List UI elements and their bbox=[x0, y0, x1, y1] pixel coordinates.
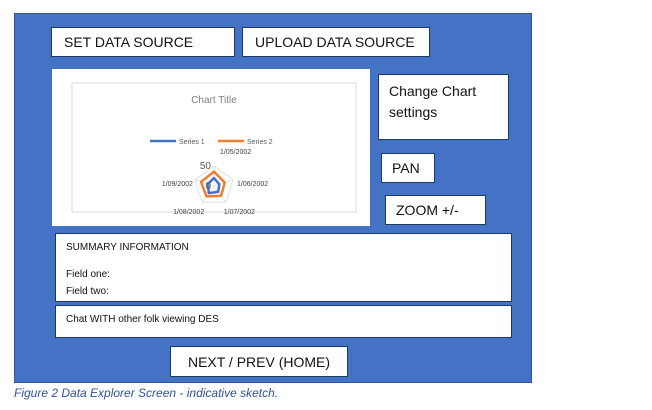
category-label: 1/09/2002 bbox=[162, 181, 193, 188]
summary-title: SUMMARY INFORMATION bbox=[66, 242, 189, 253]
chat-label: Chat WITH other folk viewing DES bbox=[66, 314, 219, 325]
radial-tick-label: 0 bbox=[205, 181, 211, 192]
legend-label: Series 1 bbox=[179, 139, 205, 146]
pan-button[interactable]: PAN bbox=[381, 153, 435, 183]
chat-panel[interactable]: Chat WITH other folk viewing DES bbox=[55, 305, 512, 338]
category-label: 1/05/2002 bbox=[220, 149, 251, 156]
category-label: 1/07/2002 bbox=[224, 209, 255, 216]
app-frame: SET DATA SOURCE UPLOAD DATA SOURCE Chart… bbox=[14, 13, 532, 383]
upload-data-source-button[interactable]: UPLOAD DATA SOURCE bbox=[242, 27, 430, 57]
chart-panel[interactable]: Chart Title Series 1 Series 2 0 50 1/05/200… bbox=[52, 69, 370, 226]
radial-tick-label: 50 bbox=[200, 161, 212, 172]
zoom-button[interactable]: ZOOM +/- bbox=[385, 195, 486, 225]
figure-caption: Figure 2 Data Explorer Screen - indicati… bbox=[14, 386, 279, 400]
category-label: 1/08/2002 bbox=[173, 209, 204, 216]
next-prev-home-button[interactable]: NEXT / PREV (HOME) bbox=[170, 346, 348, 377]
change-chart-settings-button[interactable]: Change Chart settings bbox=[378, 74, 509, 140]
radar-chart: Chart Title Series 1 Series 2 0 50 1/05/200… bbox=[71, 82, 357, 216]
field-two-label: Field two: bbox=[66, 286, 109, 297]
legend-label: Series 2 bbox=[247, 139, 273, 146]
category-label: 1/06/2002 bbox=[237, 181, 268, 188]
field-one-label: Field one: bbox=[66, 269, 110, 280]
summary-panel: SUMMARY INFORMATION Field one: Field two… bbox=[55, 233, 512, 302]
chart-title: Chart Title bbox=[191, 95, 237, 106]
set-data-source-button[interactable]: SET DATA SOURCE bbox=[51, 27, 235, 57]
